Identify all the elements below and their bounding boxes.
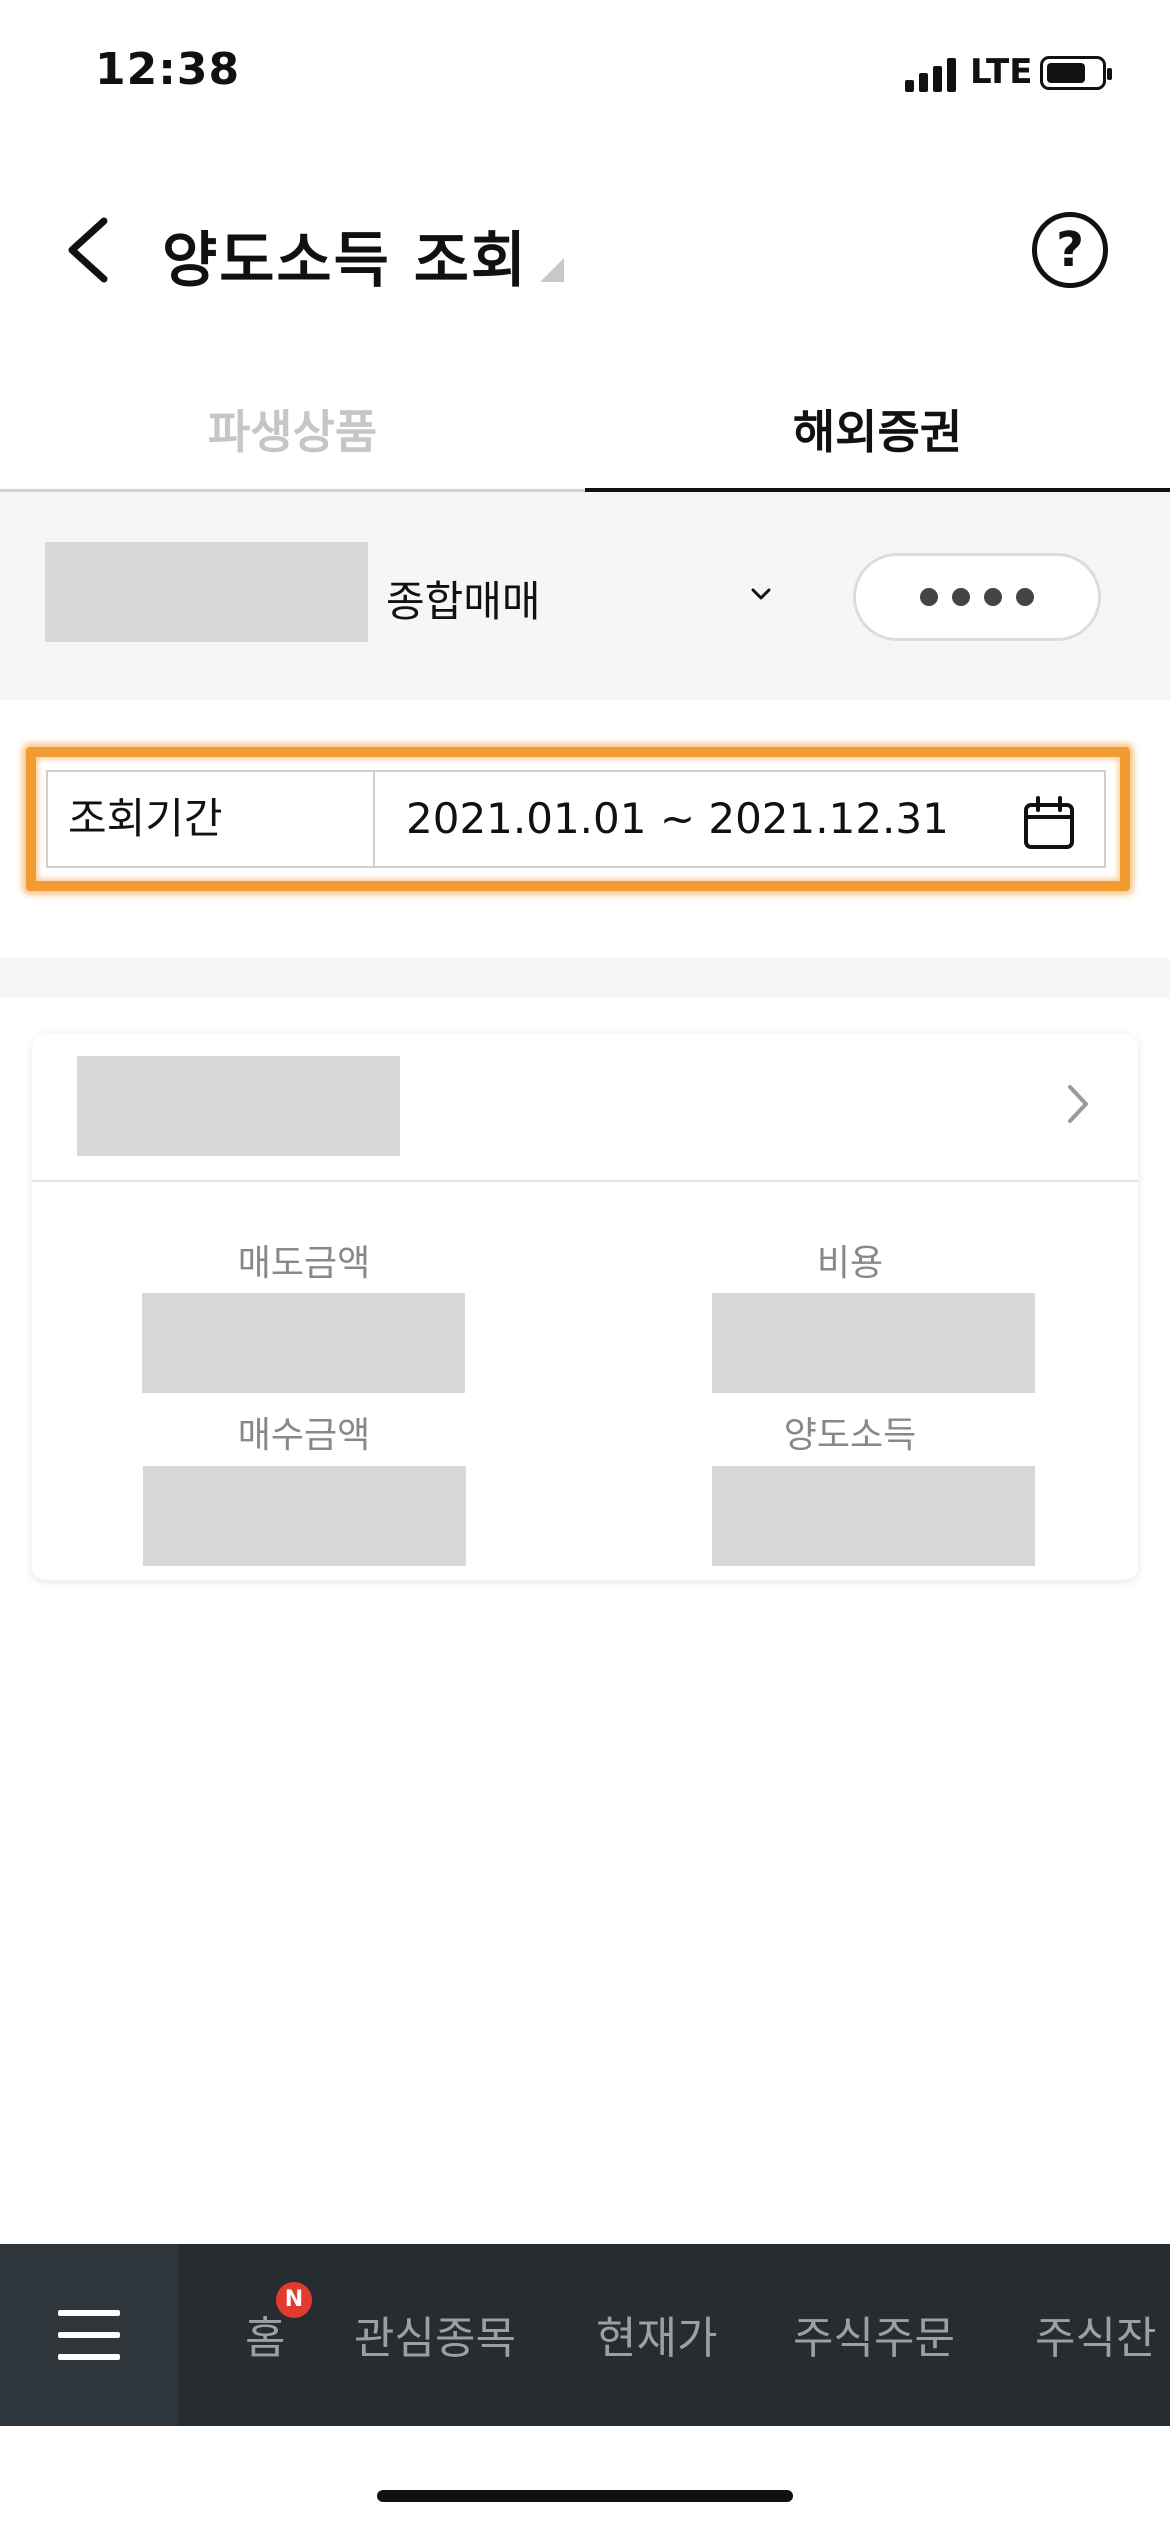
section-divider <box>0 958 1170 998</box>
status-time: 12:38 <box>95 44 241 95</box>
nav-item-watchlist[interactable]: 관심종목 <box>354 2302 516 2366</box>
back-icon[interactable] <box>60 215 120 285</box>
calendar-icon[interactable] <box>1023 796 1075 850</box>
password-field[interactable] <box>853 553 1101 641</box>
nav-item-stock-order[interactable]: 주식주문 <box>793 2302 955 2366</box>
sell-amount-value-redacted <box>142 1293 465 1393</box>
cost-label: 비용 <box>816 1243 884 1284</box>
capital-gain-value-redacted <box>712 1466 1035 1566</box>
signal-icon <box>905 58 959 92</box>
title-dropdown-icon[interactable] <box>540 258 564 282</box>
battery-icon <box>1040 56 1112 90</box>
home-indicator[interactable] <box>377 2490 793 2502</box>
help-icon[interactable]: ? <box>1032 212 1108 288</box>
page-title[interactable]: 양도소득 조회 <box>162 212 528 299</box>
query-period-row[interactable]: 조회기간 2021.01.01 ~ 2021.12.31 <box>46 770 1106 868</box>
card-divider <box>32 1180 1138 1182</box>
query-period-value[interactable]: 2021.01.01 ~ 2021.12.31 <box>406 772 949 866</box>
nav-item-current-price[interactable]: 현재가 <box>596 2302 717 2366</box>
menu-button[interactable] <box>0 2244 178 2426</box>
tab-derivatives[interactable]: 파생상품 <box>0 360 585 492</box>
buy-amount-value-redacted <box>143 1466 466 1566</box>
tab-overseas-securities[interactable]: 해외증권 <box>585 360 1170 492</box>
nav-item-stock-balance[interactable]: 주식잔 <box>1035 2302 1156 2366</box>
chevron-down-icon[interactable] <box>745 578 777 610</box>
account-number-redacted[interactable] <box>45 542 368 642</box>
summary-card[interactable]: 매도금액 비용 매수금액 양도소득 <box>32 1034 1138 1580</box>
tab-bar: 파생상품 해외증권 <box>0 360 1170 492</box>
query-period-label: 조회기간 <box>48 772 375 866</box>
chevron-right-icon[interactable] <box>1062 1079 1092 1129</box>
bottom-nav: 홈 관심종목 현재가 주식주문 주식잔 <box>0 2244 1170 2426</box>
network-label: LTE <box>970 52 1033 92</box>
capital-gain-label: 양도소득 <box>783 1415 917 1456</box>
cost-value-redacted <box>712 1293 1035 1393</box>
buy-amount-label: 매수금액 <box>237 1415 371 1456</box>
sell-amount-label: 매도금액 <box>237 1243 371 1284</box>
new-badge: N <box>276 2282 312 2318</box>
card-title-redacted <box>77 1056 400 1156</box>
account-type-select[interactable]: 종합매매 <box>386 568 541 629</box>
